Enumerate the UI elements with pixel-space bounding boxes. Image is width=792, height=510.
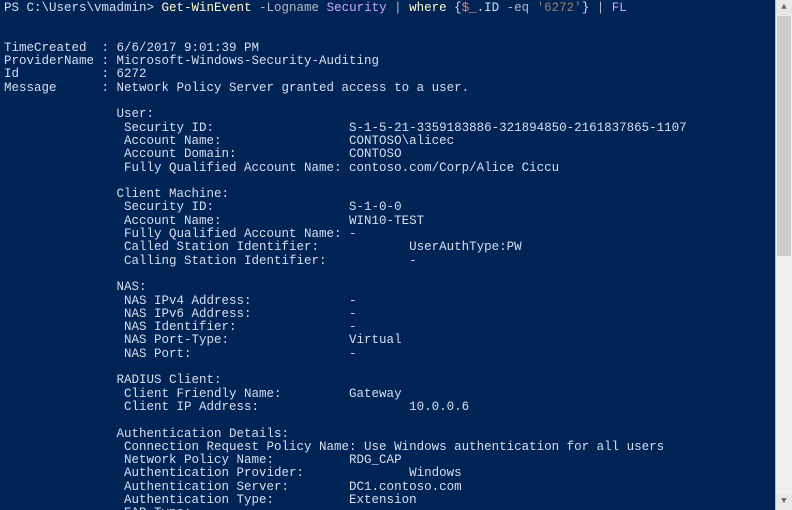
- auth-network-policy: Network Policy Name: RDG_CAP: [4, 453, 402, 467]
- radius-ip-address: Client IP Address: 10.0.0.6: [4, 400, 469, 414]
- powershell-terminal[interactable]: PS C:\Users\vmadmin> Get-WinEvent -Logna…: [0, 0, 792, 510]
- section-user: User:: [4, 107, 154, 121]
- user-fqn: Fully Qualified Account Name: contoso.co…: [4, 161, 559, 175]
- pipe-1: |: [387, 1, 410, 15]
- user-account-name: Account Name: CONTOSO\alicec: [4, 134, 454, 148]
- scroll-up-button[interactable]: ▲: [776, 0, 792, 16]
- literal-eventid: '6272': [537, 1, 582, 15]
- client-account-name: Account Name: WIN10-TEST: [4, 214, 424, 228]
- radius-friendly-name: Client Friendly Name: Gateway: [4, 387, 402, 401]
- cmdlet-fl: FL: [612, 1, 627, 15]
- vertical-scrollbar[interactable]: ▲ ▼: [775, 0, 792, 510]
- nas-port-type: NAS Port-Type: Virtual: [4, 333, 402, 347]
- user-account-domain: Account Domain: CONTOSO: [4, 147, 402, 161]
- nas-ipv6: NAS IPv6 Address: -: [4, 307, 357, 321]
- called-station-id: Called Station Identifier: UserAuthType:…: [4, 240, 522, 254]
- chevron-up-icon: ▲: [781, 1, 786, 14]
- chevron-down-icon: ▼: [781, 495, 786, 508]
- client-security-id: Security ID: S-1-0-0: [4, 200, 402, 214]
- section-nas: NAS:: [4, 280, 147, 294]
- scrollbar-track[interactable]: [776, 16, 792, 494]
- ps-prompt: PS C:\Users\vmadmin>: [4, 1, 162, 15]
- param-logname: -Logname: [252, 1, 327, 15]
- auth-server: Authentication Server: DC1.contoso.com: [4, 480, 462, 494]
- auth-eap-type: EAP Type: -: [4, 506, 357, 510]
- op-eq: -eq: [499, 1, 537, 15]
- field-id: Id : 6272: [4, 67, 147, 81]
- calling-station-id: Calling Station Identifier: -: [4, 254, 417, 268]
- pipe-2: |: [589, 1, 612, 15]
- cmdlet-where: where: [409, 1, 447, 15]
- auth-provider: Authentication Provider: Windows: [4, 466, 462, 480]
- section-auth-details: Authentication Details:: [4, 427, 289, 441]
- field-providername: ProviderName : Microsoft-Windows-Securit…: [4, 54, 379, 68]
- nas-port: NAS Port: -: [4, 347, 357, 361]
- auth-crp-name: Connection Request Policy Name: Use Wind…: [4, 440, 664, 454]
- scroll-down-button[interactable]: ▼: [776, 494, 792, 510]
- pipeline-var: $_: [462, 1, 477, 15]
- brace-open: {: [447, 1, 462, 15]
- prop-id: .ID: [477, 1, 500, 15]
- nas-identifier: NAS Identifier: -: [4, 320, 357, 334]
- auth-type: Authentication Type: Extension: [4, 493, 417, 507]
- section-client-machine: Client Machine:: [4, 187, 229, 201]
- client-fqn: Fully Qualified Account Name: -: [4, 227, 357, 241]
- field-message: Message : Network Policy Server granted …: [4, 81, 469, 95]
- scrollbar-thumb[interactable]: [777, 16, 791, 256]
- arg-security: Security: [327, 1, 387, 15]
- nas-ipv4: NAS IPv4 Address: -: [4, 294, 357, 308]
- field-timecreated: TimeCreated : 6/6/2017 9:01:39 PM: [4, 41, 259, 55]
- section-radius-client: RADIUS Client:: [4, 373, 222, 387]
- user-security-id: Security ID: S-1-5-21-3359183886-3218948…: [4, 121, 687, 135]
- cmdlet-get-winevent: Get-WinEvent: [162, 1, 252, 15]
